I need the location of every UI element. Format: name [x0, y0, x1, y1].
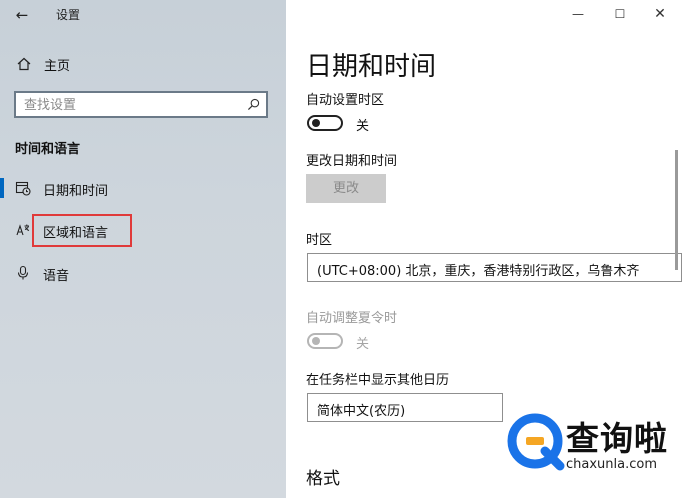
change-datetime-button[interactable]: 更改 [306, 174, 386, 203]
scrollbar[interactable] [675, 150, 678, 270]
watermark-domain: chaxunla.com [566, 457, 657, 472]
timezone-label: 时区 [306, 233, 333, 248]
dst-state: 关 [356, 337, 370, 352]
minimize-button[interactable]: — [560, 2, 596, 26]
search-input[interactable] [24, 96, 234, 114]
dst-label: 自动调整夏令时 [306, 311, 398, 326]
sidebar-item-label: 区域和语言 [43, 226, 109, 241]
selected-indicator [0, 178, 4, 198]
home-icon [17, 57, 31, 71]
close-button[interactable]: ✕ [642, 2, 678, 26]
sidebar-item-speech[interactable]: 语音 [0, 258, 286, 288]
region-language-icon [16, 224, 30, 236]
app-title: 设置 [56, 8, 81, 22]
change-datetime-label: 更改日期和时间 [306, 154, 398, 169]
search-box[interactable] [14, 91, 268, 118]
extra-calendar-label: 在任务栏中显示其他日历 [306, 373, 450, 388]
sidebar-item-region-language[interactable]: 区域和语言 [0, 215, 286, 245]
toggle-knob [312, 119, 320, 127]
auto-timezone-state: 关 [356, 119, 370, 134]
section-title: 时间和语言 [15, 142, 81, 157]
sidebar-item-date-time[interactable]: 日期和时间 [0, 173, 286, 203]
timezone-dropdown[interactable]: (UTC+08:00) 北京，重庆，香港特别行政区，乌鲁木齐 [307, 253, 682, 282]
auto-timezone-label: 自动设置时区 [306, 93, 385, 108]
watermark-logo-icon [507, 413, 565, 471]
sidebar-item-label: 日期和时间 [43, 184, 109, 199]
watermark-brand: 查询啦 [566, 419, 668, 458]
sidebar: ← 设置 主页 时间和语言 日期和时间 区域和语言 [0, 0, 286, 498]
search-icon[interactable] [247, 98, 260, 111]
timezone-value: (UTC+08:00) 北京，重庆，香港特别行政区，乌鲁木齐 [317, 264, 640, 279]
toggle-knob [312, 337, 320, 345]
sidebar-item-label: 语音 [43, 269, 70, 284]
back-arrow-icon[interactable]: ← [10, 4, 34, 26]
page-title: 日期和时间 [306, 52, 437, 82]
maximize-button[interactable]: ☐ [602, 2, 638, 26]
sidebar-item-home[interactable]: 主页 [0, 50, 286, 78]
microphone-icon [17, 265, 29, 280]
sidebar-item-label: 主页 [44, 59, 71, 74]
extra-calendar-value: 简体中文(农历) [317, 404, 406, 419]
auto-timezone-toggle[interactable] [307, 115, 343, 131]
calendar-clock-icon [15, 181, 31, 196]
format-section-title: 格式 [306, 469, 340, 489]
dst-toggle[interactable] [307, 333, 343, 349]
extra-calendar-dropdown[interactable]: 简体中文(农历) [307, 393, 503, 422]
